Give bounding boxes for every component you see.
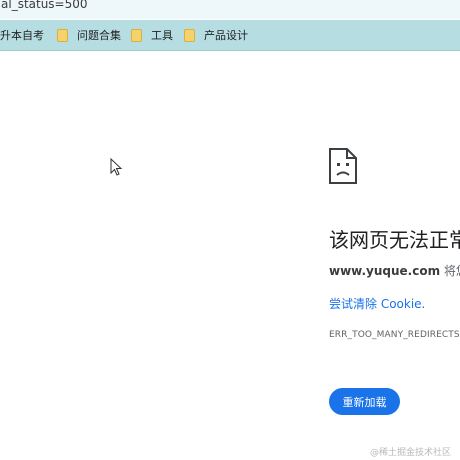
bookmark-label: 工具 <box>151 29 173 42</box>
error-description-suffix: 将您重 <box>443 264 460 278</box>
bookmark-folder[interactable]: 问题合集 <box>57 20 121 50</box>
folder-icon <box>131 28 142 42</box>
bookmark-label: 产品设计 <box>204 29 248 42</box>
url-text[interactable]: al_status=500 <box>1 0 88 11</box>
bookmark-folder[interactable]: 工具 <box>131 20 173 50</box>
error-domain: www.yuque.com <box>329 264 441 278</box>
bookmark-item[interactable]: 升本自考 <box>0 20 44 50</box>
mouse-cursor-icon <box>110 158 123 176</box>
clear-cookies-link[interactable]: 尝试清除 Cookie. <box>329 295 425 312</box>
bookmark-folder[interactable]: 产品设计 <box>184 20 248 50</box>
sad-page-icon <box>329 148 357 184</box>
reload-button[interactable]: 重新加载 <box>329 388 400 415</box>
bookmarks-bar: 升本自考 问题合集 工具 产品设计 <box>0 20 460 51</box>
folder-icon <box>57 28 68 42</box>
watermark: @稀土掘金技术社区 <box>370 448 452 458</box>
error-code: ERR_TOO_MANY_REDIRECTS <box>329 330 460 340</box>
bookmark-label: 问题合集 <box>77 29 121 42</box>
folder-icon <box>184 28 195 42</box>
address-bar[interactable]: al_status=500 <box>0 0 460 19</box>
error-title: 该网页无法正常 <box>329 228 460 252</box>
bookmark-label: 升本自考 <box>0 29 44 42</box>
error-description: www.yuque.com 将您重 <box>329 262 460 279</box>
